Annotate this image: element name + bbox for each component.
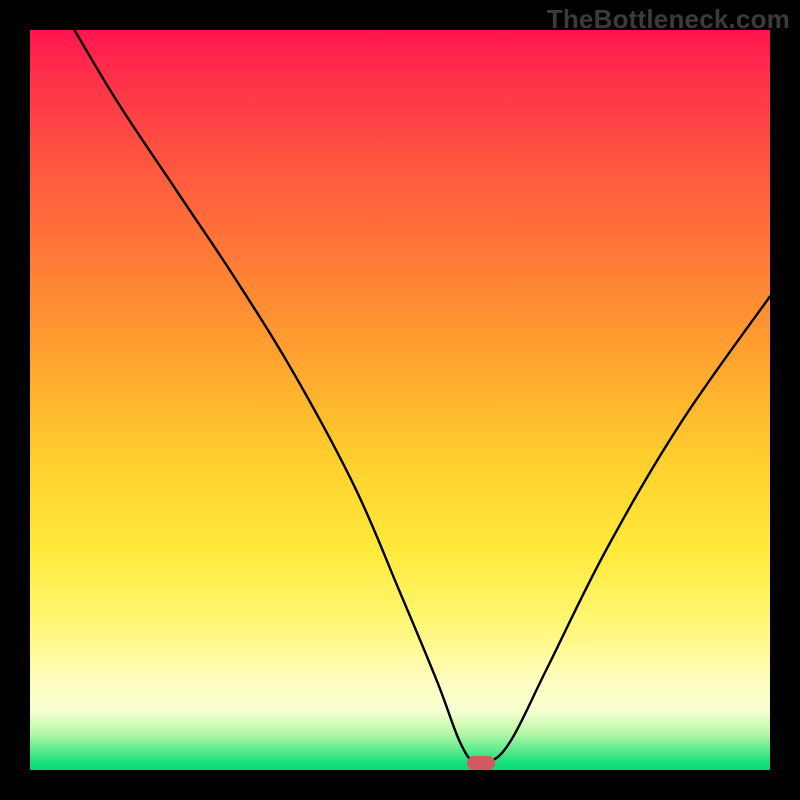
bottleneck-curve [30,30,770,770]
watermark-text: TheBottleneck.com [547,4,790,35]
plot-area [30,30,770,770]
chart-frame: TheBottleneck.com [0,0,800,800]
optimum-marker [467,756,495,770]
